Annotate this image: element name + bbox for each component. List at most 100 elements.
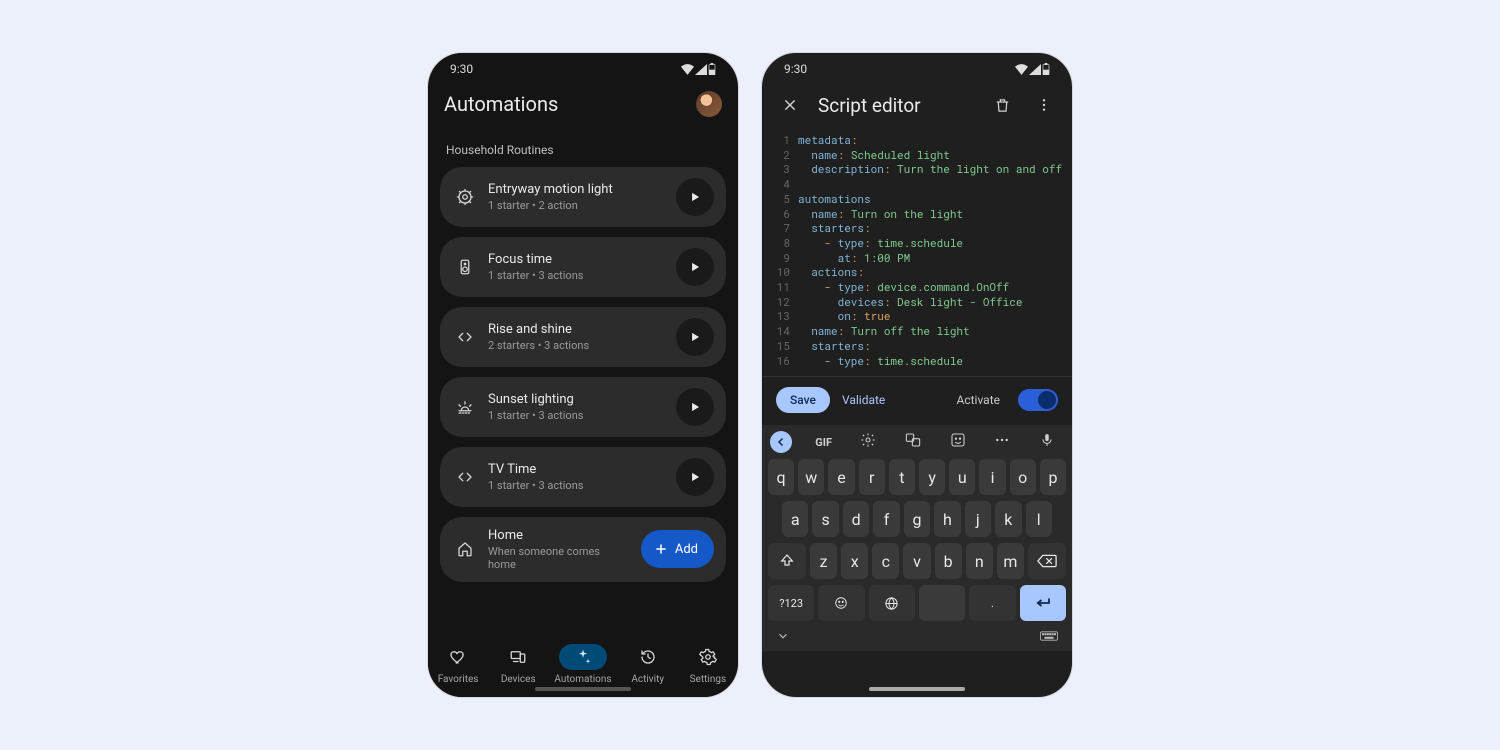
routine-card[interactable]: Focus time1 starter • 3 actions — [440, 237, 726, 297]
routine-icon — [454, 466, 476, 488]
enter-icon — [1034, 596, 1052, 610]
validate-button[interactable]: Validate — [842, 393, 885, 407]
routine-subtitle: When someone comes home — [488, 545, 629, 571]
key-h[interactable]: h — [934, 501, 960, 537]
code-line: - type: device.command.OnOff — [798, 280, 1072, 295]
keyboard[interactable]: GIF qwertyuiop asdfghjkl zxcvbnm ?123. — [762, 425, 1072, 651]
key-c[interactable]: c — [872, 543, 899, 579]
key-o[interactable]: o — [1010, 459, 1036, 495]
key-a[interactable]: a — [782, 501, 808, 537]
key-f[interactable]: f — [873, 501, 899, 537]
code-editor[interactable]: 12345678910111213141516 metadata: name: … — [762, 127, 1072, 376]
battery-icon — [1042, 63, 1050, 75]
sticker-button[interactable] — [945, 432, 971, 452]
nav-item-devices[interactable]: Devices — [494, 644, 542, 685]
code-line — [798, 177, 1072, 192]
key-b[interactable]: b — [935, 543, 962, 579]
backspace-icon — [1037, 554, 1057, 568]
shift-key[interactable] — [768, 543, 806, 579]
nav-pill — [624, 644, 672, 670]
gif-button[interactable]: GIF — [811, 436, 837, 449]
key-m[interactable]: m — [997, 543, 1024, 579]
chevron-down-icon[interactable] — [776, 629, 790, 643]
code-line: name: Turn off the light — [798, 324, 1072, 339]
key-u[interactable]: u — [949, 459, 975, 495]
backspace-key[interactable] — [1028, 543, 1066, 579]
language-key[interactable] — [869, 585, 915, 621]
routine-card[interactable]: Sunset lighting1 starter • 3 actions — [440, 377, 726, 437]
routine-subtitle: 1 starter • 2 action — [488, 199, 664, 212]
symbols-key[interactable]: ?123 — [768, 585, 814, 621]
key-t[interactable]: t — [889, 459, 915, 495]
key-p[interactable]: p — [1040, 459, 1066, 495]
play-icon — [688, 190, 702, 204]
code-line: starters: — [798, 221, 1072, 236]
nav-item-activity[interactable]: Activity — [624, 644, 672, 685]
key-s[interactable]: s — [812, 501, 838, 537]
key-x[interactable]: x — [841, 543, 868, 579]
avatar[interactable] — [696, 91, 722, 117]
key-n[interactable]: n — [966, 543, 993, 579]
mic-button[interactable] — [1034, 432, 1060, 452]
keyboard-bottom-bar — [768, 627, 1066, 643]
key-d[interactable]: d — [843, 501, 869, 537]
phone-automations: 9:30 Automations Household Routines Entr… — [428, 53, 738, 697]
routine-icon — [454, 326, 476, 348]
play-button[interactable] — [676, 458, 714, 496]
battery-icon — [708, 63, 716, 75]
routine-text: HomeWhen someone comes home — [488, 528, 629, 571]
add-button[interactable]: Add — [641, 530, 714, 568]
routine-card[interactable]: Rise and shine2 starters • 3 actions — [440, 307, 726, 367]
key-l[interactable]: l — [1026, 501, 1052, 537]
key-k[interactable]: k — [995, 501, 1021, 537]
routine-text: Rise and shine2 starters • 3 actions — [488, 322, 664, 352]
routine-text: Sunset lighting1 starter • 3 actions — [488, 392, 664, 422]
close-button[interactable] — [776, 91, 804, 119]
emoji-key[interactable] — [818, 585, 864, 621]
space-key[interactable] — [919, 585, 965, 621]
delete-button[interactable] — [988, 91, 1016, 119]
trash-icon — [994, 97, 1011, 114]
nav-item-settings[interactable]: Settings — [684, 644, 732, 685]
play-button[interactable] — [676, 318, 714, 356]
key-w[interactable]: w — [798, 459, 824, 495]
keyboard-icon[interactable] — [1040, 630, 1058, 642]
key-v[interactable]: v — [903, 543, 930, 579]
play-button[interactable] — [676, 388, 714, 426]
code-line: metadata: — [798, 133, 1072, 148]
automations-body: Household Routines Entryway motion light… — [428, 125, 738, 627]
key-q[interactable]: q — [768, 459, 794, 495]
emoji-icon — [834, 596, 848, 610]
routine-text: TV Time1 starter • 3 actions — [488, 462, 664, 492]
period-key[interactable]: . — [969, 585, 1015, 621]
routine-card[interactable]: HomeWhen someone comes home Add — [440, 517, 726, 582]
key-g[interactable]: g — [904, 501, 930, 537]
more-button[interactable] — [1030, 91, 1058, 119]
keyboard-settings-button[interactable] — [855, 432, 881, 452]
translate-button[interactable] — [900, 432, 926, 452]
save-button[interactable]: Save — [776, 387, 830, 413]
key-r[interactable]: r — [859, 459, 885, 495]
key-j[interactable]: j — [965, 501, 991, 537]
nav-pill — [559, 644, 607, 670]
key-y[interactable]: y — [919, 459, 945, 495]
key-i[interactable]: i — [979, 459, 1005, 495]
cell-signal-icon — [1029, 64, 1041, 75]
sticker-icon — [950, 432, 966, 448]
nav-item-automations[interactable]: Automations — [554, 644, 611, 685]
plus-icon — [653, 541, 669, 557]
keyboard-more-button[interactable] — [989, 432, 1015, 452]
activate-switch[interactable] — [1018, 389, 1058, 411]
routine-title: Sunset lighting — [488, 392, 664, 408]
key-z[interactable]: z — [810, 543, 837, 579]
key-e[interactable]: e — [828, 459, 854, 495]
routine-card[interactable]: Entryway motion light1 starter • 2 actio… — [440, 167, 726, 227]
nav-item-favorites[interactable]: Favorites — [434, 644, 482, 685]
play-button[interactable] — [676, 248, 714, 286]
wifi-icon — [681, 64, 694, 75]
routine-card[interactable]: TV Time1 starter • 3 actions — [440, 447, 726, 507]
settings-icon — [699, 648, 717, 666]
keyboard-back-button[interactable] — [770, 431, 792, 453]
enter-key[interactable] — [1020, 585, 1066, 621]
play-button[interactable] — [676, 178, 714, 216]
